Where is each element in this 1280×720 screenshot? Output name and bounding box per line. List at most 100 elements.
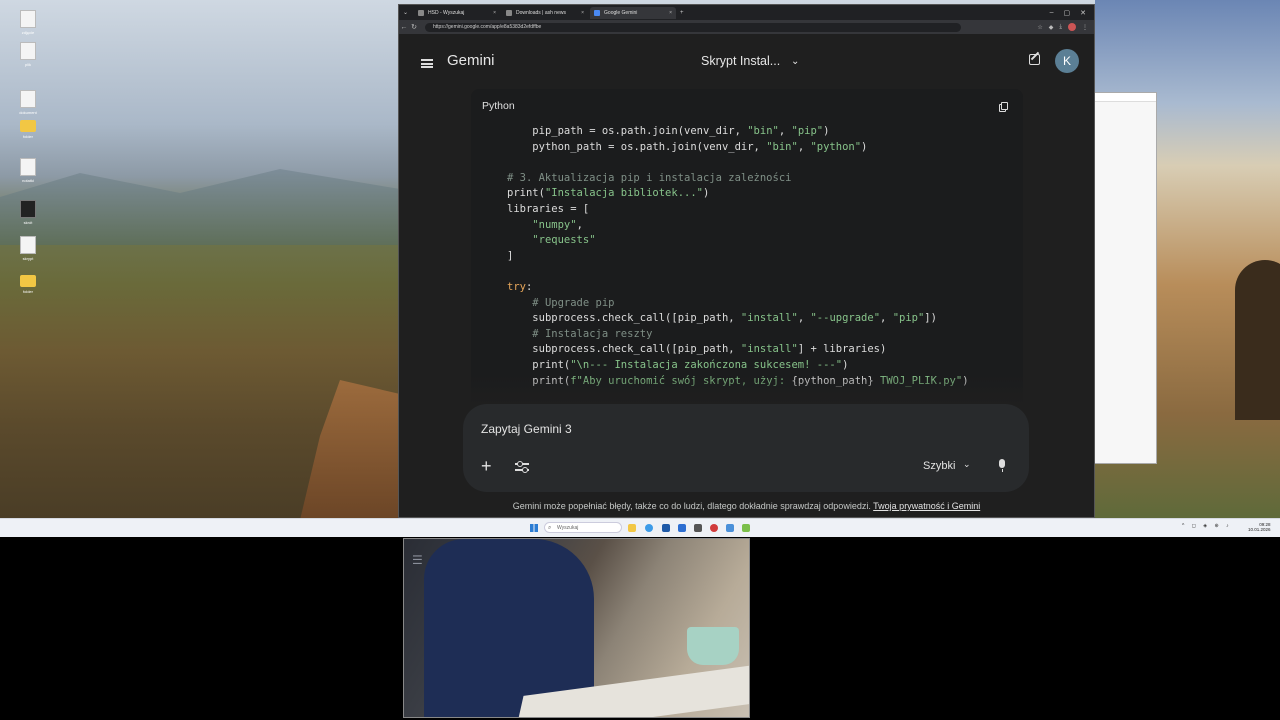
code-token: , (797, 140, 811, 153)
close-window-icon[interactable]: ✕ (1080, 9, 1086, 17)
close-icon[interactable]: × (493, 10, 496, 16)
explorer-icon[interactable] (628, 524, 636, 532)
plus-icon[interactable]: + (481, 457, 492, 475)
code-token: "install" (740, 343, 798, 356)
download-icon[interactable]: ⤓ (1059, 24, 1062, 31)
extension-icon[interactable]: ◆ (1049, 24, 1054, 31)
code-token: libraries = [ (507, 202, 590, 215)
gemini-logo[interactable]: Gemini (447, 52, 495, 69)
tab-search-icon[interactable]: ⌄ (399, 9, 412, 16)
code-token: python_path = os.path.join(venv_dir, (532, 140, 767, 153)
edit-icon[interactable] (1029, 54, 1040, 65)
desktop-icon-label: folder (22, 134, 33, 139)
disclaimer-text: Gemini może popełniać błędy, także co do… (512, 501, 874, 511)
windows-start-icon[interactable] (530, 524, 538, 532)
address-bar[interactable]: https://gemini.google.com/app/e8a5383d2e… (425, 22, 961, 32)
app-icon[interactable] (694, 524, 702, 532)
code-token: ) (823, 125, 830, 137)
profile-icon[interactable] (1068, 23, 1076, 31)
desktop-icon[interactable]: dokument (10, 90, 46, 115)
document-icon (20, 236, 36, 254)
chevron-down-icon[interactable]: ⌄ (791, 56, 799, 67)
wallpaper-hills (0, 169, 400, 245)
app-icon[interactable] (726, 524, 734, 532)
code-token: # Upgrade pip (532, 296, 615, 309)
desktop-icon[interactable]: zdjęcie (10, 10, 46, 35)
app-icon[interactable] (742, 524, 750, 532)
tools-icon[interactable] (515, 460, 529, 473)
code-line: ] (507, 250, 513, 262)
app-icon[interactable] (678, 524, 686, 532)
code-token: , (797, 312, 811, 325)
code-token: subprocess.check_call([pip_path, (532, 312, 741, 325)
background-window[interactable] (1093, 92, 1157, 464)
system-tray[interactable]: ^ ◻ ◈ ⊕ ♪ (1182, 523, 1232, 529)
code-line: # Instalacja reszty (507, 328, 652, 340)
taskbar-clock[interactable]: 09:28 10.01.2026 (1248, 522, 1271, 532)
chrome-icon[interactable] (710, 524, 718, 532)
prompt-input[interactable]: Zapytaj Gemini 3 (481, 422, 572, 436)
tab-label: Google Gemini (604, 9, 638, 16)
desktop-icon[interactable]: skrypt (10, 236, 46, 261)
taskbar: Wyszukaj ^ ◻ ◈ ⊕ ♪ 09:28 10.01.2026 (0, 518, 1280, 537)
new-tab-button[interactable]: + (676, 10, 688, 16)
document-icon (20, 42, 36, 60)
mic-icon[interactable] (999, 459, 1005, 472)
mode-selector[interactable]: Szybki (923, 460, 955, 472)
code-line: print("\n--- Instalacja zakończona sukce… (507, 359, 848, 371)
desktop-icon-label: zdjęcie (21, 30, 35, 35)
code-token: ] + libraries) (797, 343, 887, 356)
webcam-menu-icon: ☰ (412, 553, 423, 567)
desktop-icon[interactable]: folder (10, 275, 46, 294)
desktop-icon-label: folder (22, 289, 33, 294)
webcam-cup (687, 627, 739, 665)
desktop-icon-label: notatki (22, 178, 34, 183)
close-icon[interactable]: × (669, 10, 672, 16)
code-token: "requests" (532, 234, 596, 247)
copy-icon[interactable] (999, 102, 1008, 112)
star-icon[interactable]: ☆ (1037, 24, 1042, 31)
document-icon (20, 158, 36, 176)
code-line: print("Instalacja bibliotek...") (507, 187, 709, 199)
code-token: "numpy" (532, 218, 577, 231)
toolbar-icons: ☆ ◆ ⤓ ⋮ (1037, 23, 1094, 31)
code-line: "requests" (507, 234, 596, 247)
folder-icon (20, 275, 36, 287)
tab-1[interactable]: Downloads | ash news × (502, 7, 588, 19)
taskbar-search[interactable]: Wyszukaj (544, 522, 622, 534)
privacy-link[interactable]: Twoja prywatność i Gemini (873, 501, 980, 511)
gemini-header: Gemini Skrypt Instal... ⌄ K (399, 34, 1094, 90)
desktop-icon-label: skrypt (22, 256, 34, 261)
avatar[interactable]: K (1055, 49, 1079, 73)
store-icon[interactable] (662, 524, 670, 532)
webcam-overlay: ☰ (403, 538, 750, 718)
browser-window: ⌄ HSD - Wyszukaj × Downloads | ash news × … (398, 4, 1095, 518)
more-icon[interactable]: ⋮ (1082, 24, 1088, 31)
tab-0[interactable]: HSD - Wyszukaj × (414, 7, 500, 19)
app-icon (20, 200, 36, 218)
code-token: "\n--- Instalacja zakończona sukcesem! -… (570, 358, 843, 371)
code-fade (471, 375, 1023, 405)
desktop-icon[interactable]: notatki (10, 158, 46, 183)
desktop-icon[interactable]: skrót (10, 200, 46, 225)
reload-icon[interactable]: ↻ (409, 23, 419, 31)
minimize-icon[interactable]: – (1050, 9, 1054, 17)
prompt-box: Zapytaj Gemini 3 + Szybki ⌄ (463, 404, 1029, 492)
maximize-icon[interactable]: ▢ (1064, 9, 1071, 17)
code-line: subprocess.check_call([pip_path, "instal… (507, 343, 886, 355)
desktop-icon[interactable]: plik (10, 42, 46, 67)
code-line: try: (507, 281, 532, 293)
document-icon (20, 90, 36, 108)
chevron-down-icon[interactable]: ⌄ (963, 459, 971, 470)
code-language-label: Python (482, 100, 515, 112)
close-icon[interactable]: × (581, 10, 584, 16)
back-icon[interactable]: ← (399, 24, 409, 31)
chat-title[interactable]: Skrypt Instal... (701, 54, 780, 68)
code-token: , (880, 312, 893, 325)
code-line: pip_path = os.path.join(venv_dir, "bin",… (507, 125, 829, 137)
tab-2[interactable]: Google Gemini × (590, 6, 677, 19)
desktop-icon[interactable]: folder (10, 120, 46, 139)
wallpaper-arch (1235, 260, 1280, 420)
menu-icon[interactable] (421, 59, 433, 68)
edge-icon[interactable] (645, 524, 653, 532)
